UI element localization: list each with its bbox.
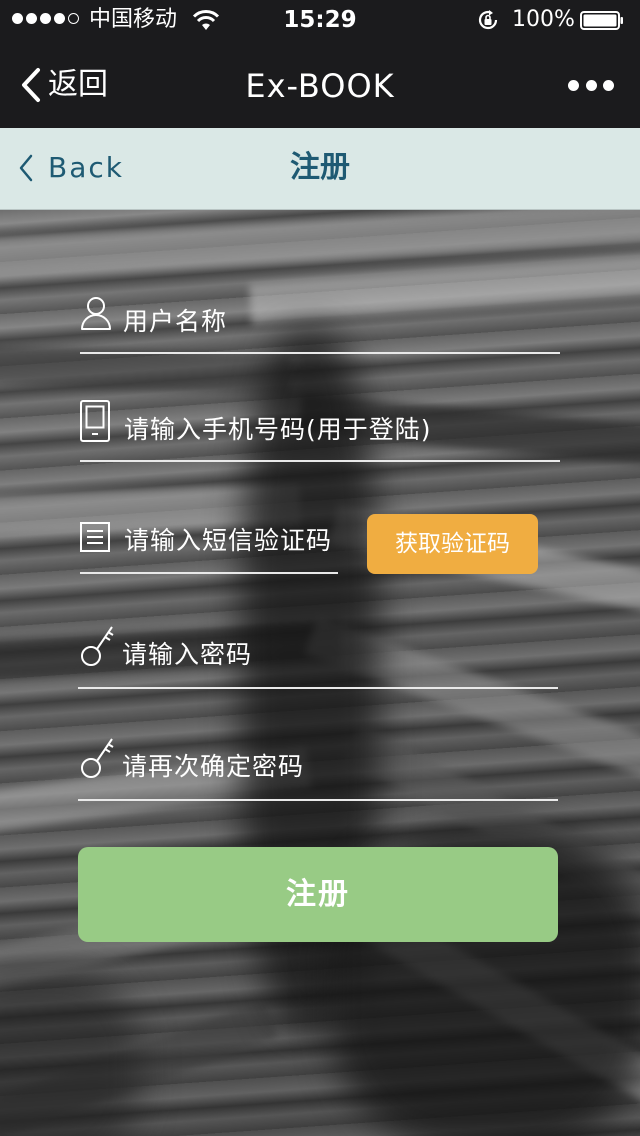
username-field[interactable]: 用户名称 [80, 292, 560, 354]
key-icon [81, 738, 114, 778]
phone-field[interactable]: 请输入手机号码(用于登陆) [80, 398, 560, 462]
phone-placeholder: 请输入手机号码(用于登陆) [124, 415, 432, 444]
phone-icon [80, 400, 110, 442]
get-code-button[interactable]: 获取验证码 [367, 514, 538, 574]
key-icon [81, 626, 114, 666]
page-header: Back 注册 [0, 128, 640, 210]
message-icon [80, 522, 110, 552]
register-button[interactable]: 注册 [78, 847, 558, 942]
nav-title: Ex-BOOK [245, 67, 395, 105]
more-dots-icon[interactable] [568, 74, 614, 96]
battery-icon [580, 11, 623, 30]
page-title: 注册 [290, 150, 350, 185]
status-bar: 中国移动 15:29 100% [0, 0, 640, 40]
top-bar: 中国移动 15:29 100% 返回 Ex-BOOK [0, 0, 640, 128]
rotation-lock-icon [478, 10, 498, 30]
password-field[interactable]: 请输入密码 [78, 620, 558, 689]
username-placeholder: 用户名称 [123, 307, 228, 336]
password-placeholder: 请输入密码 [122, 640, 253, 669]
sms-code-field[interactable]: 请输入短信验证码 [80, 514, 338, 574]
confirm-password-field[interactable]: 请再次确定密码 [78, 734, 558, 801]
confirm-password-placeholder: 请再次确定密码 [122, 752, 305, 781]
battery-percentage: 100% [512, 7, 575, 32]
user-icon [81, 297, 111, 330]
sms-code-placeholder: 请输入短信验证码 [124, 526, 333, 555]
